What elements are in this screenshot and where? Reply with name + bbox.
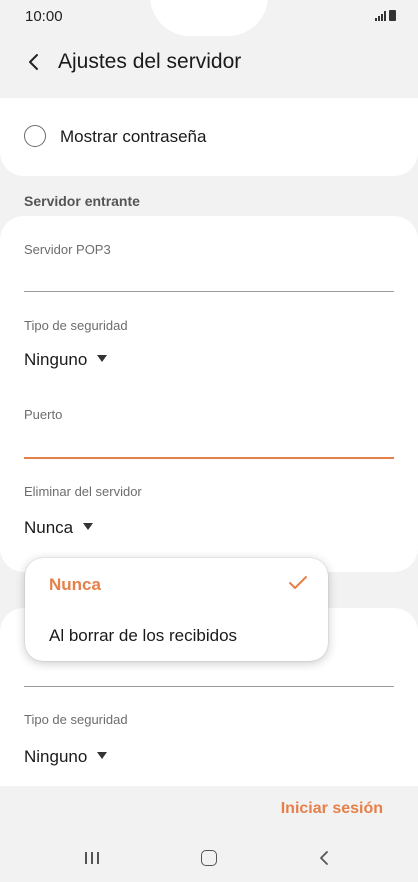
nav-recent-icon[interactable] — [85, 852, 99, 864]
camera-notch — [150, 0, 268, 36]
check-icon — [289, 576, 307, 589]
status-bar: 10:00 — [0, 0, 418, 36]
signal-icon — [375, 11, 386, 21]
login-button[interactable]: Iniciar sesión — [281, 800, 383, 818]
nav-back-icon[interactable] — [318, 850, 330, 866]
caret-down-icon — [97, 355, 108, 363]
delete-from-server-value: Nunca — [24, 518, 74, 537]
back-arrow-icon[interactable] — [24, 50, 44, 74]
caret-down-icon — [97, 752, 108, 760]
navigation-bar — [0, 836, 418, 882]
port-label: Puerto — [24, 407, 63, 422]
delete-from-server-dropdown[interactable]: Nunca — [24, 518, 94, 538]
port-underline[interactable] — [24, 457, 394, 459]
action-bar: Iniciar sesión — [0, 786, 418, 836]
caret-down-icon — [83, 523, 94, 531]
show-password-card: Mostrar contraseña — [0, 98, 418, 176]
nav-home-icon[interactable] — [201, 850, 217, 866]
security-type-label: Tipo de seguridad — [24, 318, 128, 333]
section-header-incoming: Servidor entrante — [24, 193, 140, 209]
incoming-server-card: Servidor POP3 Tipo de seguridad Ninguno … — [0, 216, 418, 572]
pop3-server-label: Servidor POP3 — [24, 242, 111, 257]
security-type-value: Ninguno — [24, 350, 88, 369]
show-password-radio[interactable] — [24, 125, 46, 147]
pop3-server-underline[interactable] — [24, 291, 394, 292]
show-password-label[interactable]: Mostrar contraseña — [60, 127, 206, 147]
status-icons — [375, 10, 396, 21]
delete-from-server-label: Eliminar del servidor — [24, 484, 142, 499]
popup-option-nunca[interactable]: Nunca — [49, 575, 101, 595]
outgoing-security-type-value: Ninguno — [24, 747, 88, 766]
battery-icon — [389, 10, 396, 21]
outgoing-security-type-label: Tipo de seguridad — [24, 712, 128, 727]
status-time: 10:00 — [25, 8, 63, 25]
header: Ajustes del servidor — [0, 36, 418, 98]
outgoing-security-type-dropdown[interactable]: Ninguno — [24, 747, 108, 767]
page-title: Ajustes del servidor — [58, 50, 242, 73]
delete-option-popup: Nunca Al borrar de los recibidos — [25, 558, 328, 661]
security-type-dropdown[interactable]: Ninguno — [24, 350, 108, 370]
outgoing-server-underline[interactable] — [24, 686, 394, 687]
popup-option-al-borrar[interactable]: Al borrar de los recibidos — [49, 626, 237, 646]
